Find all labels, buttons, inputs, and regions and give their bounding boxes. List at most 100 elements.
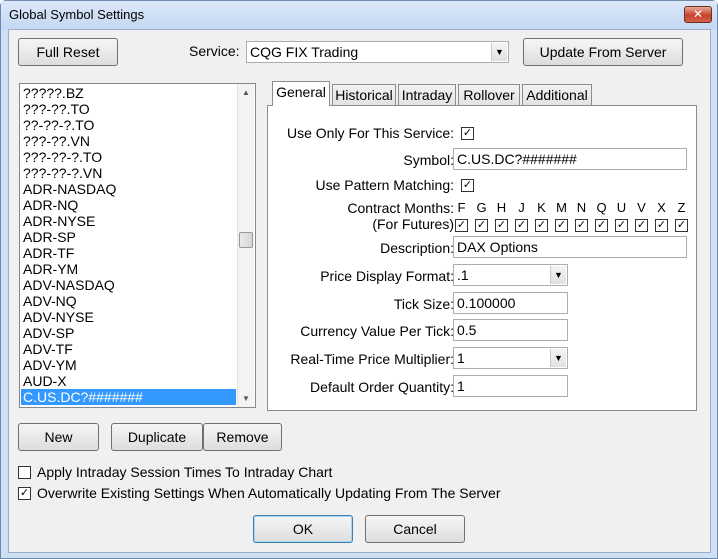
- full-reset-button[interactable]: Full Reset: [18, 38, 118, 66]
- dialog-window: Global Symbol Settings ✕ Full Reset Serv…: [0, 0, 718, 559]
- remove-button[interactable]: Remove: [203, 423, 282, 451]
- list-item[interactable]: ???-??-?.VN: [21, 165, 236, 181]
- month-letter: H: [496, 200, 507, 215]
- check-icon: ✓: [576, 219, 587, 231]
- list-item[interactable]: ?????.BZ: [21, 85, 236, 101]
- check-icon: ✓: [462, 179, 473, 191]
- list-item[interactable]: AUD-X: [21, 373, 236, 389]
- ok-button[interactable]: OK: [253, 515, 353, 543]
- check-icon: ✓: [536, 219, 547, 231]
- contract-months-label: Contract Months:: [347, 200, 454, 216]
- month-checkbox-k[interactable]: ✓: [535, 219, 548, 232]
- month-letter: M: [556, 200, 567, 215]
- month-checkbox-f[interactable]: ✓: [455, 219, 468, 232]
- list-item[interactable]: ADV-YM: [21, 357, 236, 373]
- cancel-button[interactable]: Cancel: [365, 515, 465, 543]
- pattern-matching-checkbox[interactable]: ✓: [461, 179, 474, 192]
- list-item[interactable]: CAD-X: [21, 405, 236, 407]
- order-quantity-input[interactable]: 1: [453, 375, 568, 397]
- new-button[interactable]: New: [18, 423, 99, 451]
- month-checkbox-x[interactable]: ✓: [655, 219, 668, 232]
- check-icon: ✓: [19, 487, 30, 499]
- list-item[interactable]: ??-??-?.TO: [21, 117, 236, 133]
- list-scrollbar[interactable]: ▲ ▼: [237, 84, 254, 407]
- service-label: Service:: [189, 43, 240, 59]
- month-letter: K: [537, 200, 546, 215]
- price-format-dropdown[interactable]: .1 ▼: [453, 264, 568, 286]
- window-title: Global Symbol Settings: [9, 7, 145, 22]
- description-input[interactable]: DAX Options: [453, 236, 687, 258]
- month-checkbox-m[interactable]: ✓: [555, 219, 568, 232]
- scroll-down-icon[interactable]: ▼: [238, 390, 254, 407]
- check-icon: ✓: [456, 219, 467, 231]
- list-item[interactable]: ???-??.TO: [21, 101, 236, 117]
- multiplier-label: Real-Time Price Multiplier:: [290, 351, 454, 367]
- month-letter: Q: [596, 200, 607, 215]
- title-bar[interactable]: Global Symbol Settings ✕: [1, 1, 717, 29]
- month-letter: J: [518, 200, 525, 215]
- list-item[interactable]: ADR-NYSE: [21, 213, 236, 229]
- symbol-label: Symbol:: [403, 152, 454, 168]
- tab-intraday[interactable]: Intraday: [398, 84, 456, 106]
- use-only-checkbox[interactable]: ✓: [461, 127, 474, 140]
- multiplier-value: 1: [457, 350, 465, 366]
- list-item[interactable]: ADV-TF: [21, 341, 236, 357]
- list-item[interactable]: ADR-TF: [21, 245, 236, 261]
- check-icon: ✓: [636, 219, 647, 231]
- currency-value-label: Currency Value Per Tick:: [300, 323, 454, 339]
- chevron-down-icon: ▼: [491, 43, 507, 61]
- month-checkbox-g[interactable]: ✓: [475, 219, 488, 232]
- tick-size-input[interactable]: 0.100000: [453, 292, 568, 314]
- for-futures-label: (For Futures): [372, 216, 454, 232]
- list-item[interactable]: ADR-NASDAQ: [21, 181, 236, 197]
- month-checkbox-j[interactable]: ✓: [515, 219, 528, 232]
- multiplier-dropdown[interactable]: 1 ▼: [453, 347, 568, 369]
- list-item[interactable]: ADR-YM: [21, 261, 236, 277]
- month-checkbox-z[interactable]: ✓: [675, 219, 688, 232]
- month-checkbox-u[interactable]: ✓: [615, 219, 628, 232]
- month-checkbox-q[interactable]: ✓: [595, 219, 608, 232]
- list-item[interactable]: ???-??.VN: [21, 133, 236, 149]
- price-format-value: .1: [457, 267, 469, 283]
- month-checkbox-h[interactable]: ✓: [495, 219, 508, 232]
- close-button[interactable]: ✕: [684, 6, 712, 23]
- month-checkbox-v[interactable]: ✓: [635, 219, 648, 232]
- month-letter: V: [637, 200, 646, 215]
- apply-intraday-label: Apply Intraday Session Times To Intraday…: [37, 464, 333, 480]
- list-item[interactable]: ADV-NASDAQ: [21, 277, 236, 293]
- currency-value-input[interactable]: 0.5: [453, 319, 568, 341]
- tab-general[interactable]: General: [272, 81, 330, 106]
- check-icon: ✓: [496, 219, 507, 231]
- month-letter: U: [616, 200, 627, 215]
- list-item[interactable]: ???-??-?.TO: [21, 149, 236, 165]
- check-icon: ✓: [656, 219, 667, 231]
- list-item[interactable]: ADR-SP: [21, 229, 236, 245]
- list-item[interactable]: C.US.DC?#######: [21, 389, 236, 405]
- update-from-server-button[interactable]: Update From Server: [523, 38, 683, 66]
- month-letter: N: [576, 200, 587, 215]
- list-item[interactable]: ADV-SP: [21, 325, 236, 341]
- tab-additional[interactable]: Additional: [522, 84, 592, 106]
- check-icon: ✓: [476, 219, 487, 231]
- scroll-thumb[interactable]: [239, 232, 253, 248]
- apply-intraday-checkbox[interactable]: [18, 466, 31, 479]
- list-item[interactable]: ADV-NYSE: [21, 309, 236, 325]
- tab-rollover[interactable]: Rollover: [458, 84, 520, 106]
- symbol-input[interactable]: C.US.DC?#######: [453, 148, 687, 170]
- close-icon: ✕: [692, 7, 704, 21]
- list-item[interactable]: ADV-NQ: [21, 293, 236, 309]
- overwrite-checkbox[interactable]: ✓: [18, 487, 31, 500]
- list-item[interactable]: ADR-NQ: [21, 197, 236, 213]
- month-checkbox-n[interactable]: ✓: [575, 219, 588, 232]
- month-letter: G: [476, 200, 487, 215]
- tick-size-label: Tick Size:: [393, 296, 454, 312]
- duplicate-button[interactable]: Duplicate: [111, 423, 203, 451]
- chevron-down-icon: ▼: [550, 349, 566, 367]
- tab-historical[interactable]: Historical: [332, 84, 396, 106]
- symbol-list[interactable]: ?????.BZ ???-??.TO ??-??-?.TO ???-??.VN ???-…: [19, 83, 256, 408]
- month-letter: Z: [677, 200, 686, 215]
- scroll-up-icon[interactable]: ▲: [238, 84, 254, 101]
- service-dropdown[interactable]: CQG FIX Trading ▼: [246, 41, 509, 63]
- check-icon: ✓: [596, 219, 607, 231]
- check-icon: ✓: [556, 219, 567, 231]
